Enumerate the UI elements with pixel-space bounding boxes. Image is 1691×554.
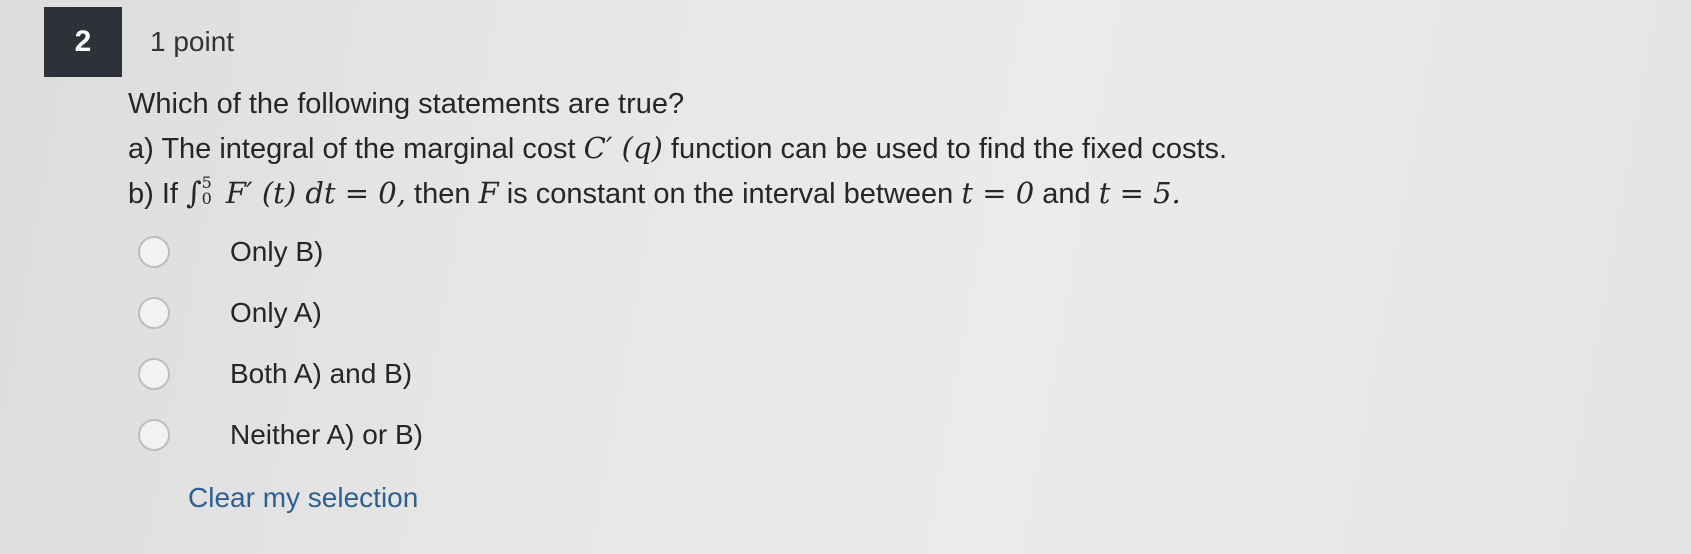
statement-a-math: C′ (q) — [583, 131, 663, 165]
radio-button[interactable] — [138, 419, 170, 451]
statement-b-integrand: F′ (t) dt = 0, — [225, 176, 406, 210]
statement-a: a) The integral of the marginal cost C′ … — [128, 126, 1671, 171]
option-both[interactable]: Both A) and B) — [138, 354, 423, 394]
statement-b-and: and — [1042, 178, 1091, 210]
integral-sign: ∫ — [186, 176, 202, 211]
option-label: Only B) — [230, 236, 324, 267]
radio-button[interactable] — [138, 358, 170, 390]
statement-b-then: then — [414, 178, 471, 210]
radio-button[interactable] — [138, 236, 170, 268]
statement-b-cond2: t = 5. — [1098, 176, 1181, 210]
statement-b-middle: is constant on the interval between — [506, 178, 954, 210]
statement-b-cond1: t = 0 — [961, 176, 1035, 210]
option-label: Both A) and B) — [230, 358, 413, 389]
statement-a-prefix: a) The integral of the marginal cost — [128, 133, 576, 165]
option-label: Neither A) or B) — [230, 419, 423, 450]
integral-limits: 50 — [202, 175, 212, 207]
answer-options: Only B) Only A) Both A) and B) Neither A… — [138, 232, 423, 476]
option-only-b[interactable]: Only B) — [138, 232, 423, 272]
statement-b: b) If ∫5 0 F′ (t) dt = 0, then F is const… — [128, 171, 1671, 216]
statement-a-suffix: function can be used to find the fixed c… — [670, 133, 1228, 165]
radio-button[interactable] — [138, 297, 170, 329]
option-only-a[interactable]: Only A) — [138, 293, 423, 333]
question-prompt: Which of the following statements are tr… — [128, 88, 685, 120]
statement-b-prefix: b) If — [128, 178, 178, 210]
points-label: 1 point — [150, 26, 235, 57]
integral-lower-limit: 0 — [201, 189, 212, 209]
question-number: 2 — [74, 25, 92, 58]
clear-selection-link[interactable]: Clear my selection — [188, 482, 418, 514]
question-text: Which of the following statements are tr… — [128, 82, 1671, 216]
question-number-badge: 2 — [44, 7, 122, 77]
option-neither[interactable]: Neither A) or B) — [138, 415, 423, 455]
option-label: Only A) — [230, 297, 322, 328]
statement-b-var-f: F — [478, 176, 499, 210]
